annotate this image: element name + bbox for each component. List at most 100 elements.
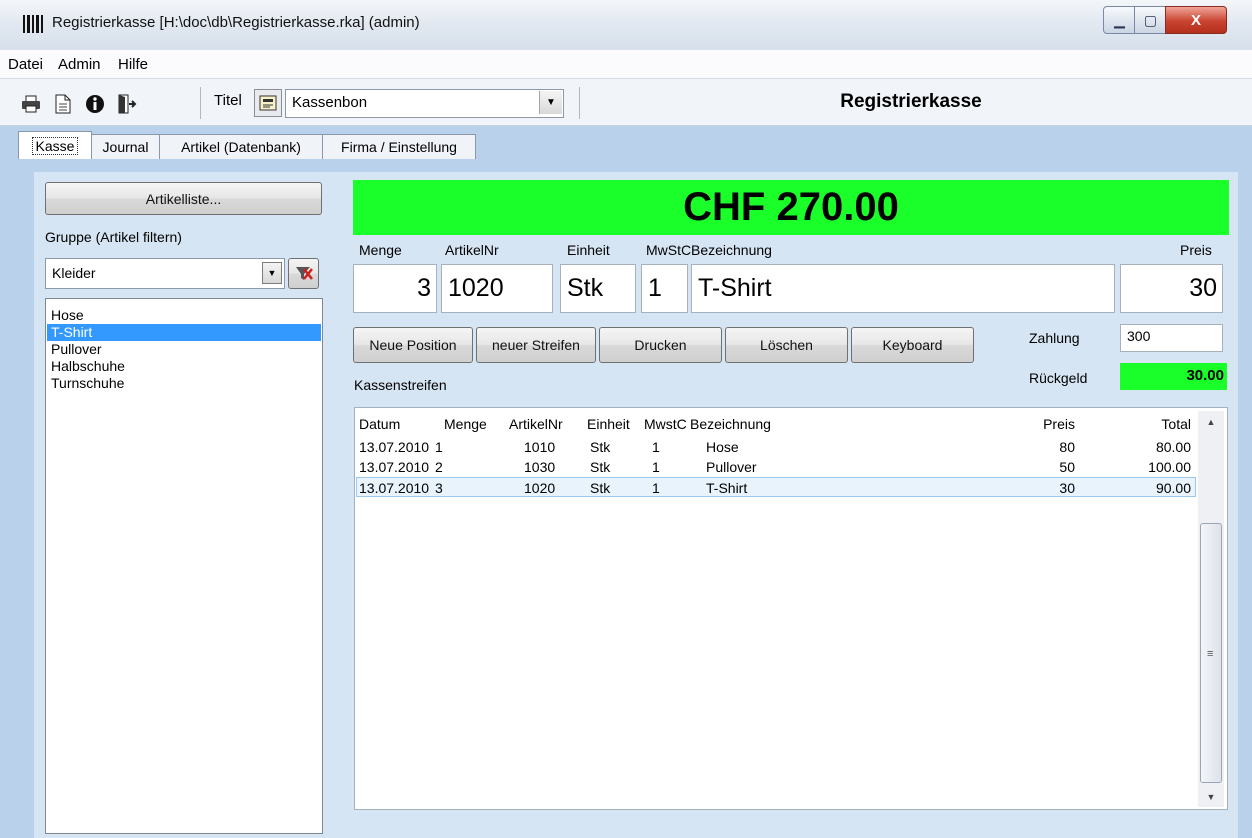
toolbar-separator [200, 87, 201, 119]
list-item-selected[interactable]: T-Shirt [47, 324, 321, 341]
window-title: Registrierkasse [H:\doc\db\Registrierkas… [52, 14, 420, 31]
cell-einheit: Stk [590, 480, 611, 496]
table-row[interactable]: 13.07.2010 2 1030 Stk 1 Pullover 50 100.… [356, 457, 1196, 477]
cell-mwstc: 1 [652, 480, 660, 496]
cell-preis: 50 [1059, 459, 1075, 475]
column-header-einheit[interactable]: Einheit [587, 416, 630, 432]
rueckgeld-label: Rückgeld [1029, 370, 1088, 386]
menu-bar: Datei Admin Hilfe [0, 50, 1252, 79]
scroll-down-arrow-icon[interactable]: ▼ [1198, 787, 1224, 807]
keyboard-button[interactable]: Keyboard [851, 327, 974, 363]
artikelnr-field[interactable]: 1020 [441, 264, 553, 313]
receipt-template-icon [254, 89, 282, 117]
cell-bezeichnung: Pullover [706, 459, 757, 475]
list-item[interactable]: Pullover [47, 341, 321, 358]
rueckgeld-value: 30.00 [1120, 363, 1227, 390]
toolbar: Titel Kassenbon ▼ Registrierkasse [0, 79, 1252, 126]
list-item[interactable]: Hose [47, 307, 321, 324]
loeschen-button[interactable]: Löschen [725, 327, 848, 363]
cell-bezeichnung: Hose [706, 439, 739, 455]
maximize-icon: ▢ [1143, 11, 1158, 28]
table-row[interactable]: 13.07.2010 1 1010 Stk 1 Hose 80 80.00 [356, 437, 1196, 457]
cell-total: 100.00 [1148, 459, 1191, 475]
tab-firma-label: Firma / Einstellung [341, 139, 457, 155]
cell-total: 90.00 [1155, 480, 1191, 496]
group-filter-select[interactable]: Kleider ▼ [45, 258, 285, 289]
bezeichnung-label: Bezeichnung [691, 242, 772, 258]
cell-menge: 1 [435, 439, 443, 455]
kassenstreifen-table[interactable]: Datum Menge ArtikelNr Einheit MwstC Beze… [354, 407, 1228, 810]
zahlung-input[interactable]: 300 [1120, 324, 1223, 352]
einheit-field[interactable]: Stk [560, 264, 636, 313]
column-header-menge[interactable]: Menge [444, 416, 487, 432]
neuer-streifen-button[interactable]: neuer Streifen [476, 327, 596, 363]
menge-field[interactable]: 3 [353, 264, 437, 313]
column-header-datum[interactable]: Datum [359, 416, 400, 432]
list-item[interactable]: Halbschuhe [47, 358, 321, 375]
artikelnr-label: ArtikelNr [445, 242, 499, 258]
column-header-artikelnr[interactable]: ArtikelNr [509, 416, 563, 432]
title-bar: Registrierkasse [H:\doc\db\Registrierkas… [0, 0, 1252, 51]
minimize-button[interactable]: ▁ [1103, 6, 1136, 34]
tab-journal[interactable]: Journal [91, 134, 160, 159]
einheit-label: Einheit [567, 242, 610, 258]
document-icon[interactable] [52, 93, 74, 115]
title-select[interactable]: Kassenbon ▼ [285, 89, 564, 118]
tab-kasse[interactable]: Kasse [18, 131, 92, 159]
cell-einheit: Stk [590, 459, 611, 475]
column-header-mwstc[interactable]: MwstC [644, 416, 687, 432]
column-header-total[interactable]: Total [1125, 416, 1191, 432]
total-display: CHF 270.00 [353, 180, 1229, 235]
preis-field[interactable]: 30 [1120, 264, 1223, 313]
cell-menge: 3 [435, 480, 443, 496]
drucken-button[interactable]: Drucken [599, 327, 722, 363]
cell-mwstc: 1 [652, 439, 660, 455]
cell-bezeichnung: T-Shirt [706, 480, 748, 496]
neue-position-button[interactable]: Neue Position [353, 327, 473, 363]
menge-label: Menge [359, 242, 402, 258]
column-header-preis[interactable]: Preis [1015, 416, 1075, 432]
kassenstreifen-label: Kassenstreifen [354, 377, 447, 393]
group-filter-value: Kleider [52, 265, 96, 281]
clear-filter-icon [295, 266, 313, 280]
maximize-button[interactable]: ▢ [1134, 6, 1167, 34]
mwstc-label: MwStC [646, 242, 692, 258]
cell-preis: 80 [1059, 439, 1075, 455]
cell-total: 80.00 [1155, 439, 1191, 455]
cell-datum: 13.07.2010 [359, 439, 430, 455]
clear-filter-button[interactable] [288, 258, 319, 289]
app-heading: Registrierkasse [840, 91, 982, 112]
tab-artikel-datenbank[interactable]: Artikel (Datenbank) [159, 134, 323, 159]
tab-journal-label: Journal [102, 139, 149, 155]
cell-artikelnr: 1010 [524, 439, 556, 455]
chevron-down-icon[interactable]: ▼ [539, 91, 562, 114]
scroll-grip-icon: ≡ [1207, 648, 1214, 660]
cell-datum: 13.07.2010 [359, 480, 430, 496]
table-row-selected[interactable]: 13.07.2010 3 1020 Stk 1 T-Shirt 30 90.00 [356, 477, 1196, 497]
bezeichnung-field[interactable]: T-Shirt [691, 264, 1115, 313]
exit-icon[interactable] [116, 93, 138, 115]
barcode-app-icon [22, 13, 44, 35]
cell-artikelnr: 1030 [524, 459, 556, 475]
title-select-value: Kassenbon [292, 94, 368, 111]
chevron-down-icon[interactable]: ▼ [262, 262, 282, 284]
menu-datei[interactable]: Datei [8, 56, 43, 73]
cell-preis: 30 [1059, 480, 1075, 496]
printer-icon[interactable] [20, 93, 42, 115]
scroll-up-arrow-icon[interactable]: ▲ [1198, 411, 1224, 433]
group-filter-label: Gruppe (Artikel filtern) [45, 229, 182, 245]
toolbar-separator [579, 87, 580, 119]
list-item[interactable]: Turnschuhe [47, 375, 321, 392]
menu-admin[interactable]: Admin [58, 56, 101, 73]
artikelliste-button[interactable]: Artikelliste... [45, 182, 322, 215]
close-button[interactable]: X [1165, 6, 1227, 34]
info-icon[interactable] [84, 93, 106, 115]
column-header-bezeichnung[interactable]: Bezeichnung [690, 416, 771, 432]
zahlung-label: Zahlung [1029, 330, 1080, 346]
article-list[interactable]: Hose T-Shirt Pullover Halbschuhe Turnsch… [45, 298, 323, 834]
menu-hilfe[interactable]: Hilfe [118, 56, 148, 73]
mwstc-field[interactable]: 1 [641, 264, 688, 313]
table-scrollbar[interactable]: ▲ ≡ ▼ [1198, 411, 1224, 807]
tab-firma-einstellung[interactable]: Firma / Einstellung [322, 134, 476, 159]
scroll-thumb[interactable]: ≡ [1200, 523, 1222, 783]
